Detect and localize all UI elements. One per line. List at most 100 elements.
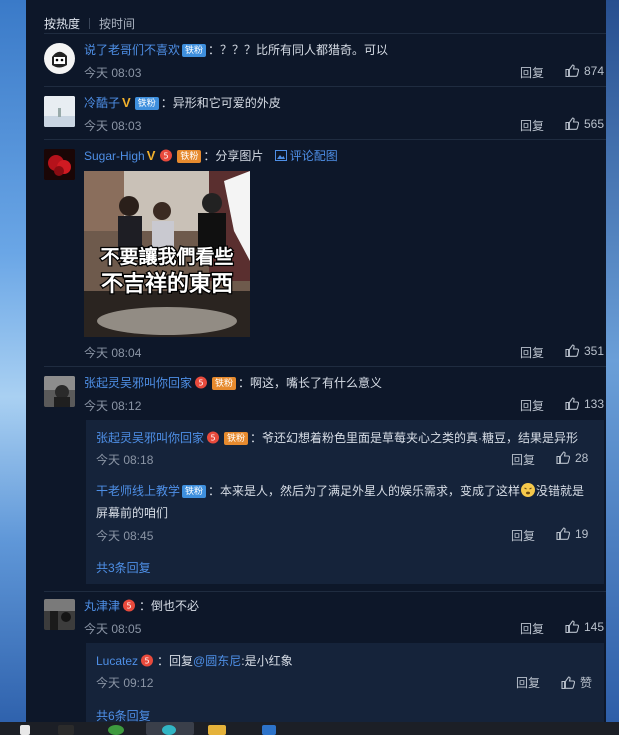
image-caption: 不吉祥的東西 bbox=[101, 271, 233, 297]
avatar[interactable] bbox=[44, 376, 75, 407]
more-replies-link[interactable]: 共6条回复 bbox=[96, 707, 151, 722]
comment-panel: 按热度 按时间 说了老哥们不喜欢 铁粉 ：？？？比所有同人都猎奇。可以 今天 08:0… bbox=[26, 0, 606, 722]
fan-badge: 铁粉 bbox=[182, 485, 207, 498]
subreply-body-continued: 屏幕前的咱们 bbox=[96, 504, 168, 521]
comment-body: 张起灵吴邪叫你回家 5 铁粉 ：啊这，嘴长了有什么意义 bbox=[84, 374, 382, 391]
like-button[interactable]: 874 bbox=[565, 64, 604, 78]
subreply-text: ：本来是人，然后为了满足外星人的娱乐需求，变成了这样 bbox=[208, 484, 521, 498]
comment-user[interactable]: 说了老哥们不喜欢 bbox=[84, 43, 180, 57]
avatar[interactable] bbox=[44, 149, 75, 180]
reply-button[interactable]: 回复 bbox=[516, 674, 540, 691]
taskbar-app-icon[interactable] bbox=[58, 725, 74, 735]
thumbs-up-icon bbox=[561, 676, 576, 690]
subreply-user[interactable]: 张起灵吴邪叫你回家 bbox=[96, 431, 204, 445]
reply-button[interactable]: 回复 bbox=[511, 527, 535, 544]
vip-v-icon: V bbox=[146, 148, 156, 163]
svg-text:5: 5 bbox=[210, 434, 215, 443]
folder-icon[interactable] bbox=[208, 725, 226, 735]
taskbar-app-icon[interactable] bbox=[262, 725, 276, 735]
comment-body: 说了老哥们不喜欢 铁粉 ：？？？比所有同人都猎奇。可以 bbox=[84, 41, 388, 58]
fan-badge-icon: 5 bbox=[123, 599, 136, 612]
desktop-wallpaper-left bbox=[0, 0, 26, 722]
image-caption: 不要讓我們看些 bbox=[100, 245, 233, 268]
vip-v-icon: V bbox=[122, 95, 131, 110]
comment-text: ：？？？比所有同人都猎奇。可以 bbox=[208, 43, 389, 57]
like-button[interactable]: 351 bbox=[565, 344, 604, 358]
thumbs-up-icon bbox=[565, 117, 580, 131]
sort-bar: 按热度 按时间 bbox=[44, 15, 135, 32]
taskbar-active-app[interactable] bbox=[146, 722, 194, 735]
subreply-body: 张起灵吴邪叫你回家 5 铁粉 ：爷还幻想着粉色里面是草莓夹心之类的真·糖豆，结果是异形 bbox=[96, 429, 578, 446]
thumbs-up-icon bbox=[565, 397, 580, 411]
like-count: 351 bbox=[584, 344, 605, 358]
like-count: 19 bbox=[575, 527, 589, 541]
fan-badge-icon: 5 bbox=[141, 654, 154, 667]
comment-time: 今天 08:03 bbox=[84, 119, 142, 133]
more-replies-link[interactable]: 共3条回复 bbox=[96, 559, 151, 576]
like-count: 874 bbox=[584, 64, 605, 78]
subreply-text: 没错就是 bbox=[536, 484, 585, 498]
like-button[interactable]: 赞 bbox=[561, 674, 592, 691]
taskbar-app-icon[interactable] bbox=[108, 725, 124, 735]
reply-button[interactable]: 回复 bbox=[520, 64, 544, 81]
divider bbox=[44, 591, 606, 592]
image-icon bbox=[274, 150, 287, 161]
comment-time: 今天 08:04 bbox=[84, 346, 142, 360]
reply-button[interactable]: 回复 bbox=[511, 451, 535, 468]
comment-time: 今天 08:05 bbox=[84, 622, 142, 636]
comment-time: 今天 08:12 bbox=[84, 399, 142, 413]
comment-time: 今天 08:03 bbox=[84, 66, 142, 80]
divider bbox=[44, 139, 606, 140]
comment-image[interactable]: 不要讓我們看些 不吉祥的東西 bbox=[84, 171, 250, 337]
subreply-text: ：回复 bbox=[157, 654, 194, 668]
sort-divider bbox=[89, 18, 91, 29]
like-button[interactable]: 565 bbox=[565, 117, 604, 131]
like-button[interactable]: 19 bbox=[556, 527, 588, 541]
like-button[interactable]: 145 bbox=[565, 620, 604, 634]
subreply-user[interactable]: Lucatez bbox=[96, 654, 138, 668]
svg-text:5: 5 bbox=[144, 657, 149, 666]
taskbar bbox=[0, 722, 619, 735]
like-button[interactable]: 133 bbox=[565, 397, 604, 411]
subreply-text: ：爷还幻想着粉色里面是草莓夹心之类的真·糖豆，结果是异形 bbox=[250, 431, 579, 445]
comment-text: ：倒也不必 bbox=[139, 599, 200, 613]
subreply-text: 屏幕前的咱们 bbox=[96, 506, 169, 520]
sort-by-time[interactable]: 按时间 bbox=[99, 17, 135, 31]
avatar[interactable] bbox=[44, 96, 75, 127]
comment-user[interactable]: 冷酷子 bbox=[84, 96, 120, 110]
comment-user[interactable]: 张起灵吴邪叫你回家 bbox=[84, 376, 192, 390]
thumbs-up-icon bbox=[565, 344, 580, 358]
desktop-wallpaper-right bbox=[606, 0, 619, 722]
avatar[interactable] bbox=[44, 599, 75, 630]
like-count: 133 bbox=[584, 397, 605, 411]
subreply-time: 今天 09:12 bbox=[96, 676, 154, 690]
subreply-box: 张起灵吴邪叫你回家 5 铁粉 ：爷还幻想着粉色里面是草莓夹心之类的真·糖豆，结果是异形… bbox=[86, 420, 604, 584]
thumbs-up-icon bbox=[565, 64, 580, 78]
subreply-time: 今天 08:18 bbox=[96, 453, 154, 467]
comment-text: ：啊这，嘴长了有什么意义 bbox=[238, 376, 383, 390]
fan-badge-icon: 5 bbox=[160, 149, 173, 162]
comment-user[interactable]: Sugar-High bbox=[84, 149, 145, 163]
svg-text:5: 5 bbox=[198, 379, 203, 388]
comment-body: 冷酷子 V 铁粉 ：异形和它可爱的外皮 bbox=[84, 94, 281, 111]
fan-badge: 铁粉 bbox=[224, 432, 249, 445]
subreply-body: Lucatez 5 ：回复@圆东尼:是小红象 bbox=[96, 652, 293, 669]
reply-button[interactable]: 回复 bbox=[520, 620, 544, 637]
avatar[interactable] bbox=[44, 43, 75, 74]
reply-button[interactable]: 回复 bbox=[520, 397, 544, 414]
mention-link[interactable]: @圆东尼 bbox=[193, 654, 241, 668]
reply-button[interactable]: 回复 bbox=[520, 117, 544, 134]
subreply-user[interactable]: 干老师线上教学 bbox=[96, 484, 180, 498]
comment-user[interactable]: 丸津津 bbox=[84, 599, 120, 613]
fan-badge: 铁粉 bbox=[212, 377, 237, 390]
like-button[interactable]: 28 bbox=[556, 451, 588, 465]
divider bbox=[44, 33, 606, 34]
reply-button[interactable]: 回复 bbox=[520, 344, 544, 361]
svg-text:5: 5 bbox=[164, 152, 169, 161]
svg-text:5: 5 bbox=[126, 602, 131, 611]
sort-by-hot[interactable]: 按热度 bbox=[44, 17, 80, 31]
comment-image-link[interactable]: 评论配图 bbox=[290, 149, 338, 163]
emoji-icon bbox=[521, 483, 536, 497]
like-count: 565 bbox=[584, 117, 605, 131]
start-icon[interactable] bbox=[20, 725, 30, 735]
